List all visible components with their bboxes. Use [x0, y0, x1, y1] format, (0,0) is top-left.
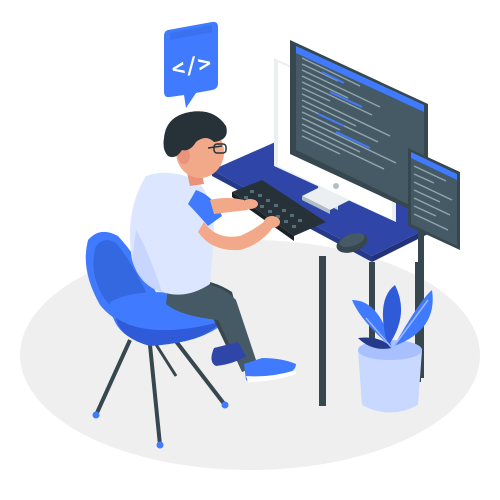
illustration-stage: </> [0, 0, 500, 500]
code-badge-icon: </> [164, 21, 218, 108]
developer-illustration: </> [20, 21, 480, 470]
